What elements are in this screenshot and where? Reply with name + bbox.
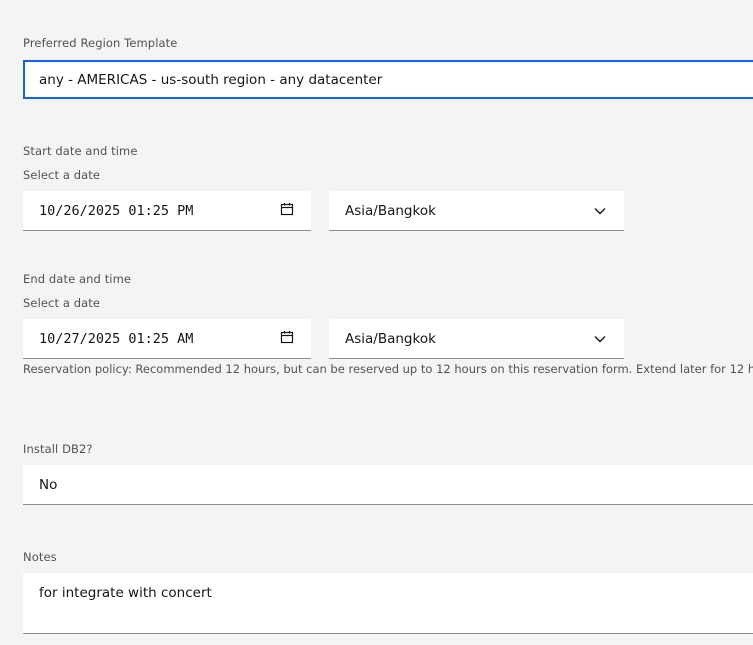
start-date-value: 10/26/2025 01:25 PM — [39, 202, 194, 219]
db2-label: Install DB2? — [23, 442, 93, 456]
end-timezone-select[interactable]: Asia/Bangkok — [329, 319, 624, 359]
end-datetime-label: End date and time — [23, 272, 132, 286]
end-date-input[interactable]: 10/27/2025 01:25 AM — [23, 319, 311, 359]
start-datetime-label: Start date and time — [23, 144, 138, 158]
region-template-value: any - AMERICAS - us-south region - any d… — [39, 71, 383, 88]
end-timezone-value: Asia/Bangkok — [345, 330, 436, 347]
region-template-input[interactable]: any - AMERICAS - us-south region - any d… — [23, 60, 753, 99]
end-date-value: 10/27/2025 01:25 AM — [39, 330, 194, 347]
chevron-down-icon[interactable] — [594, 203, 606, 219]
reservation-policy-text: Reservation policy: Recommended 12 hours… — [23, 362, 753, 376]
region-label: Preferred Region Template — [23, 36, 178, 50]
notes-value: for integrate with concert — [39, 585, 212, 601]
start-date-label: Select a date — [23, 168, 101, 182]
db2-value: No — [39, 476, 58, 493]
notes-textarea[interactable]: for integrate with concert — [23, 573, 753, 634]
end-date-label: Select a date — [23, 296, 101, 310]
chevron-down-icon[interactable] — [594, 331, 606, 347]
start-timezone-select[interactable]: Asia/Bangkok — [329, 191, 624, 231]
notes-label: Notes — [23, 550, 57, 564]
calendar-icon[interactable] — [280, 330, 294, 348]
calendar-icon[interactable] — [280, 202, 294, 220]
start-timezone-value: Asia/Bangkok — [345, 202, 436, 219]
start-date-input[interactable]: 10/26/2025 01:25 PM — [23, 191, 311, 231]
db2-select[interactable]: No — [23, 465, 753, 505]
